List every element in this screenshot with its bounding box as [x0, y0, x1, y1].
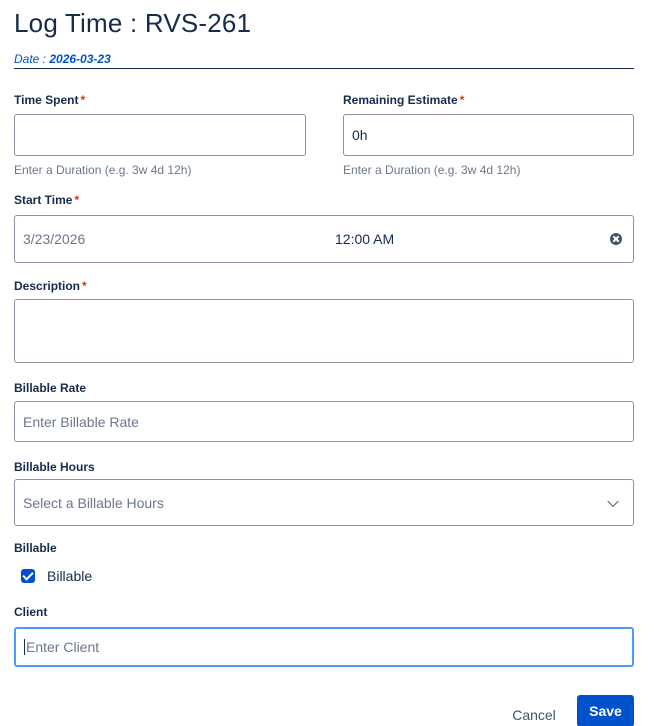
billable-hours-select[interactable]: Select a Billable Hours	[14, 479, 634, 526]
dialog-title: Log Time : RVS-261	[14, 8, 252, 38]
checkmark-icon	[22, 569, 34, 581]
billable-section-label: Billable	[14, 541, 57, 555]
time-spent-label: Time Spent *	[14, 93, 85, 107]
remaining-estimate-label: Remaining Estimate *	[343, 93, 464, 107]
time-spent-label-text: Time Spent	[14, 93, 79, 107]
billable-rate-input[interactable]: Enter Billable Rate	[14, 401, 634, 442]
chevron-down-icon[interactable]	[607, 495, 619, 507]
billable-hours-label: Billable Hours	[14, 460, 95, 474]
billable-checkbox-label[interactable]: Billable	[47, 568, 92, 584]
clear-icon[interactable]	[610, 233, 622, 245]
billable-rate-label: Billable Rate	[14, 381, 87, 395]
billable-hours-placeholder: Select a Billable Hours	[23, 494, 164, 511]
start-time-label: Start Time *	[14, 193, 79, 207]
client-placeholder: Enter Client	[26, 639, 100, 655]
billable-checkbox[interactable]	[21, 569, 35, 583]
start-time-label-text: Start Time	[14, 193, 73, 207]
time-spent-helper: Enter a Duration (e.g. 3w 4d 12h)	[14, 163, 192, 177]
description-textarea[interactable]	[14, 299, 634, 363]
time-spent-input[interactable]	[14, 114, 306, 156]
date-label: Date :	[14, 52, 50, 66]
save-button[interactable]: Save	[577, 695, 634, 726]
client-label: Client	[14, 605, 48, 619]
required-mark: *	[82, 279, 87, 293]
remaining-estimate-value: 0h	[352, 127, 368, 143]
required-mark: *	[80, 93, 86, 107]
client-input[interactable]: Enter Client	[14, 627, 634, 667]
start-time-time[interactable]: 12:00 AM	[335, 231, 394, 247]
description-label: Description *	[14, 279, 87, 293]
text-caret	[24, 639, 25, 655]
start-time-input[interactable]: 3/23/2026 12:00 AM	[14, 215, 634, 263]
date-row: Date : 2026-03-23	[14, 52, 634, 69]
remaining-estimate-label-text: Remaining Estimate	[343, 93, 458, 107]
cancel-button[interactable]: Cancel	[498, 699, 570, 726]
start-time-date[interactable]: 3/23/2026	[23, 231, 85, 247]
remaining-estimate-input[interactable]: 0h	[343, 114, 634, 156]
remaining-estimate-helper: Enter a Duration (e.g. 3w 4d 12h)	[343, 163, 521, 177]
required-mark: *	[74, 193, 80, 207]
date-value: 2026-03-23	[49, 52, 111, 66]
required-mark: *	[459, 93, 465, 107]
description-label-text: Description	[14, 279, 81, 293]
billable-rate-placeholder: Enter Billable Rate	[23, 413, 139, 430]
